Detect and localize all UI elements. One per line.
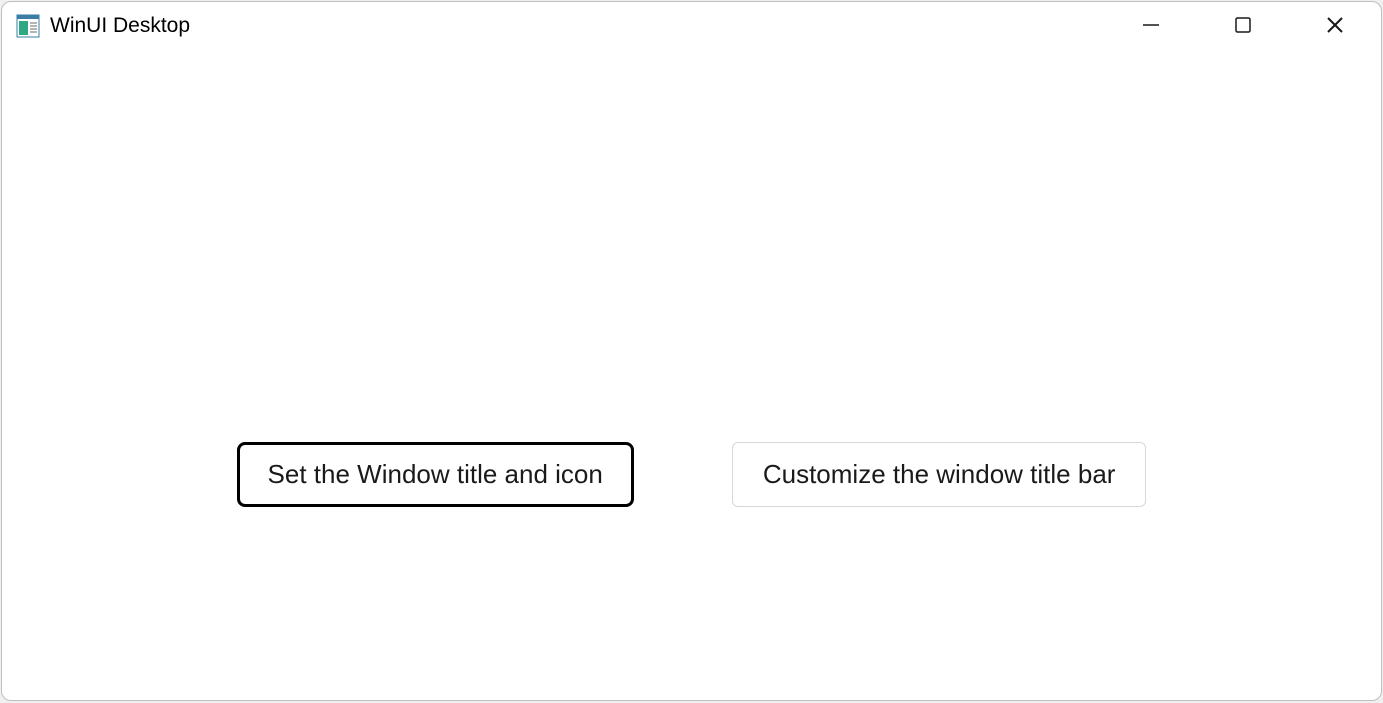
close-icon <box>1325 15 1345 38</box>
button-row: Set the Window title and icon Customize … <box>2 442 1381 507</box>
title-area: WinUI Desktop <box>2 14 1105 38</box>
title-bar[interactable]: WinUI Desktop <box>2 2 1381 50</box>
close-button[interactable] <box>1289 2 1381 50</box>
set-title-button[interactable]: Set the Window title and icon <box>237 442 634 507</box>
minimize-icon <box>1141 15 1161 38</box>
window-controls <box>1105 2 1381 50</box>
minimize-button[interactable] <box>1105 2 1197 50</box>
app-window-icon <box>16 14 40 38</box>
maximize-icon <box>1233 15 1253 38</box>
client-area: Set the Window title and icon Customize … <box>2 50 1381 700</box>
maximize-button[interactable] <box>1197 2 1289 50</box>
window-title: WinUI Desktop <box>50 14 190 38</box>
customize-titlebar-button[interactable]: Customize the window title bar <box>732 442 1147 507</box>
app-window: WinUI Desktop <box>1 1 1382 701</box>
